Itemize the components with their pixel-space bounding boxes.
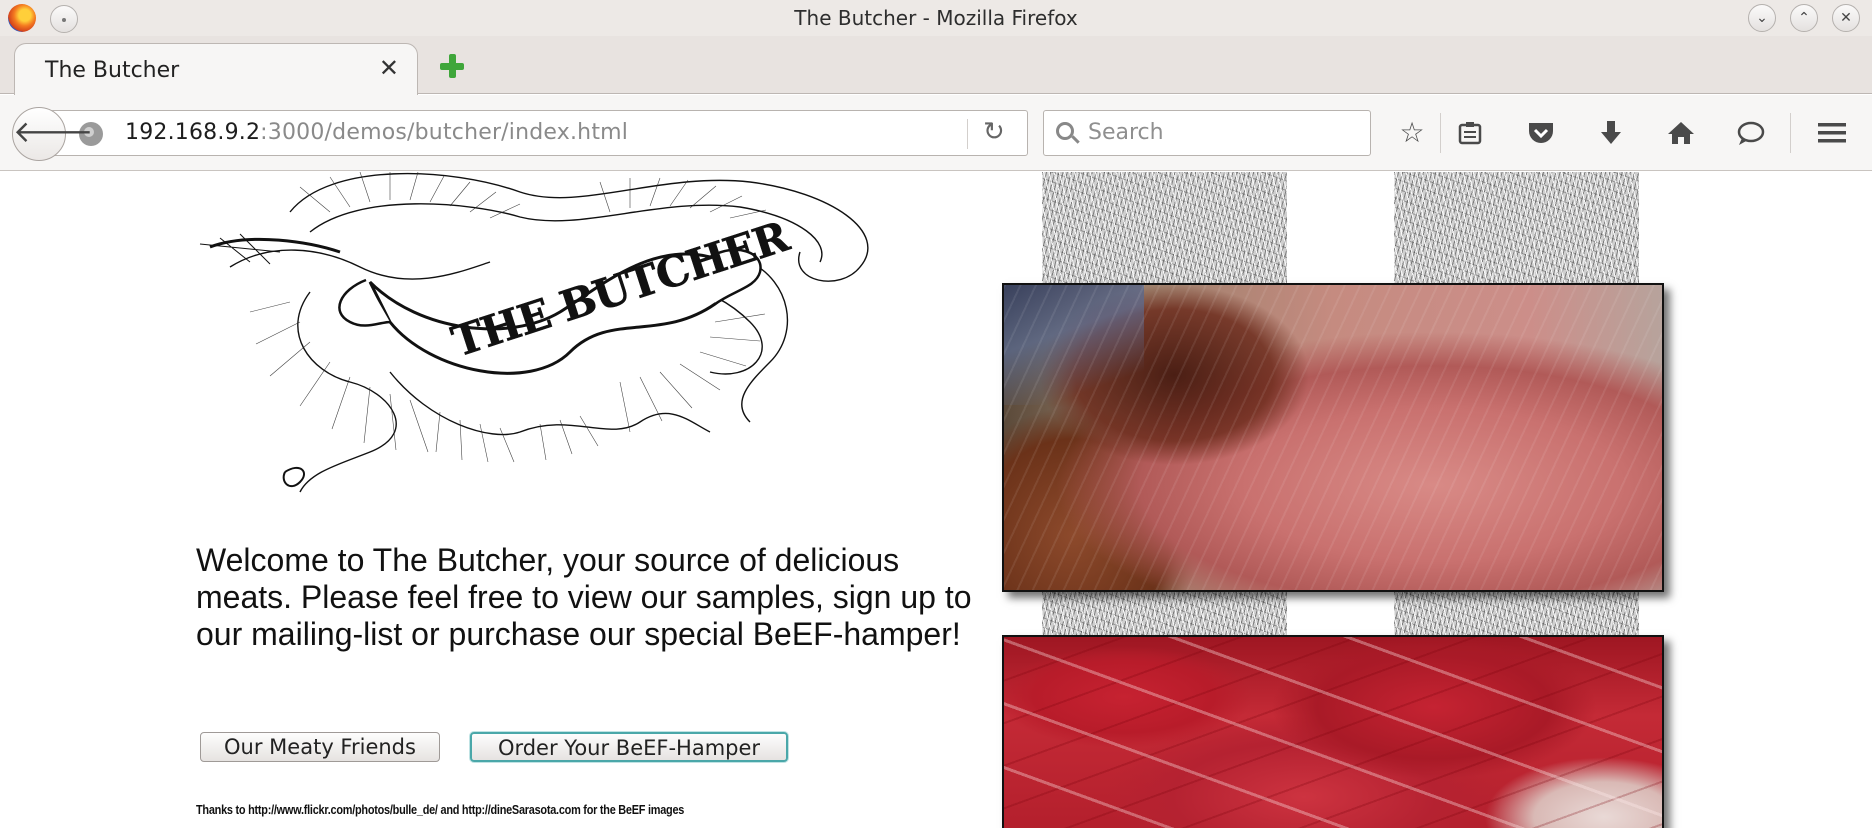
url-host: 192.168.9.2 xyxy=(125,120,261,145)
toolbar-separator xyxy=(1790,113,1791,153)
search-bar[interactable]: Search xyxy=(1043,110,1371,156)
window-title: The Butcher - Mozilla Firefox xyxy=(794,6,1078,30)
search-icon xyxy=(1056,122,1074,140)
navigation-toolbar: 🡐 192.168.9.2:3000/demos/butcher/index.h… xyxy=(0,95,1872,171)
texture-panel xyxy=(1042,592,1287,637)
butcher-logo: THE BUTCHER xyxy=(190,172,890,502)
minimize-button[interactable]: ⌄ xyxy=(1748,4,1776,32)
pocket-icon[interactable] xyxy=(1521,113,1561,153)
window-titlebar: The Butcher - Mozilla Firefox ⌄ ⌃ ✕ xyxy=(0,0,1872,36)
close-tab-icon[interactable]: ✕ xyxy=(379,54,399,82)
welcome-text: Welcome to The Butcher, your source of d… xyxy=(196,542,972,652)
tab-title: The Butcher xyxy=(45,58,180,83)
image-credits: Thanks to http://www.flickr.com/photos/b… xyxy=(196,802,685,817)
search-input[interactable]: Search xyxy=(1088,120,1164,145)
roast-beef-photo[interactable] xyxy=(1002,283,1664,592)
texture-panel xyxy=(1394,172,1639,284)
back-button[interactable]: 🡐 xyxy=(12,107,93,161)
chat-icon[interactable] xyxy=(1731,113,1771,153)
texture-panel xyxy=(1394,592,1639,637)
url-bar[interactable]: 192.168.9.2:3000/demos/butcher/index.htm… xyxy=(50,110,1028,156)
plus-icon[interactable] xyxy=(436,50,468,82)
our-meaty-friends-button[interactable]: Our Meaty Friends xyxy=(200,732,440,762)
url-separator xyxy=(967,119,968,149)
url-path: :3000/demos/butcher/index.html xyxy=(260,120,629,145)
download-icon[interactable] xyxy=(1591,113,1631,153)
page-content: THE BUTCHER Welcome to The Butcher, your… xyxy=(0,172,1872,828)
order-beef-hamper-button[interactable]: Order Your BeEF-Hamper xyxy=(470,732,788,762)
close-window-button[interactable]: ✕ xyxy=(1832,4,1860,32)
home-icon[interactable] xyxy=(1661,113,1701,153)
back-arrow-icon: 🡐 xyxy=(13,115,94,150)
maximize-button[interactable]: ⌃ xyxy=(1790,4,1818,32)
bookmark-star-icon[interactable]: ☆ xyxy=(1392,113,1432,153)
menu-icon[interactable] xyxy=(1812,113,1852,153)
raw-beef-photo[interactable] xyxy=(1002,635,1664,828)
tab-strip: The Butcher ✕ xyxy=(0,36,1872,95)
reading-list-icon[interactable] xyxy=(1450,113,1490,153)
url-text[interactable]: 192.168.9.2:3000/demos/butcher/index.htm… xyxy=(125,120,628,145)
toolbar-separator xyxy=(1440,113,1441,153)
texture-panel xyxy=(1042,172,1287,284)
tab-the-butcher[interactable]: The Butcher ✕ xyxy=(14,43,418,95)
reload-icon[interactable]: ↻ xyxy=(983,117,1005,147)
